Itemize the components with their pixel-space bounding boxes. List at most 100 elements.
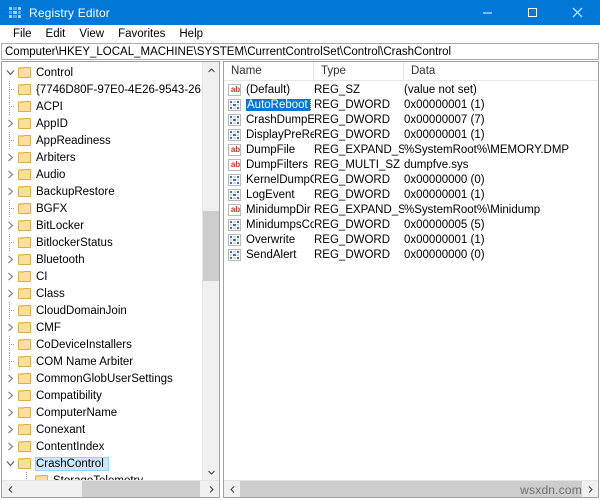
folder-icon xyxy=(18,220,31,231)
value-row[interactable]: DisplayPreRelea...REG_DWORD 0x00000001 (1… xyxy=(224,127,598,142)
folder-icon xyxy=(18,169,31,180)
tree-item[interactable]: AppReadiness xyxy=(2,132,202,149)
tree-item[interactable]: CrashControl xyxy=(2,455,202,472)
chevron-right-icon[interactable] xyxy=(2,115,18,132)
value-row[interactable]: SendAlert REG_DWORD 0x00000000 (0) xyxy=(224,247,598,262)
value-row[interactable]: MinidumpsCountREG_DWORD 0x00000005 (5) xyxy=(224,217,598,232)
tree-item[interactable]: StorageTelemetry xyxy=(2,472,202,480)
value-type: REG_EXPAND_SZ xyxy=(314,203,404,216)
chevron-right-icon[interactable] xyxy=(2,251,18,268)
tree-item[interactable]: BitlockerStatus xyxy=(2,234,202,251)
menu-item-help[interactable]: Help xyxy=(172,27,210,42)
value-row[interactable]: AutoReboot REG_DWORD 0x00000001 (1) xyxy=(224,97,598,112)
values-horizontal-scrollbar[interactable] xyxy=(224,480,598,497)
tree-item[interactable]: ACPI xyxy=(2,98,202,115)
column-header-name[interactable]: Name xyxy=(224,62,314,80)
tree-item[interactable]: CommonGlobUserSettings xyxy=(2,370,202,387)
value-row[interactable]: Overwrite REG_DWORD 0x00000001 (1) xyxy=(224,232,598,247)
tree-item[interactable]: CoDeviceInstallers xyxy=(2,336,202,353)
tree-hscroll-thumb[interactable] xyxy=(82,481,200,497)
tree-item[interactable]: Arbiters xyxy=(2,149,202,166)
tree-scroll-up-button[interactable] xyxy=(203,62,219,78)
value-type: REG_MULTI_SZ xyxy=(314,158,401,171)
tree-item[interactable]: Compatibility xyxy=(2,387,202,404)
main-split: Control {7746D80F-97E0-4E26-9543-26B41FC2… xyxy=(0,60,600,500)
value-row[interactable]: (Default) REG_SZ (value not set) xyxy=(224,82,598,97)
values-hscroll-track[interactable] xyxy=(240,481,582,497)
tree-item[interactable]: ComputerName xyxy=(2,404,202,421)
tree-item[interactable]: CMF xyxy=(2,319,202,336)
value-name: AutoReboot xyxy=(246,98,314,111)
chevron-right-icon[interactable] xyxy=(2,217,18,234)
chevron-right-icon[interactable] xyxy=(2,183,18,200)
value-type: REG_DWORD xyxy=(314,128,391,141)
chevron-right-icon[interactable] xyxy=(2,421,18,438)
tree-item[interactable]: COM Name Arbiter xyxy=(2,353,202,370)
chevron-right-icon[interactable] xyxy=(2,438,18,455)
values-hscroll-thumb[interactable] xyxy=(240,481,582,497)
tree-scroll-track[interactable] xyxy=(203,78,219,464)
value-row[interactable]: MinidumpDirREG_EXPAND_SZ%SystemRoot%\Min… xyxy=(224,202,598,217)
chevron-right-icon[interactable] xyxy=(2,268,18,285)
value-row[interactable]: DumpFilters REG_MULTI_SZdumpfve.sys xyxy=(224,157,598,172)
value-name-text: MinidumpsCount xyxy=(246,218,314,231)
string-value-icon xyxy=(228,203,241,216)
menu-item-edit[interactable]: Edit xyxy=(39,27,73,42)
tree-guide-line xyxy=(2,200,18,217)
tree-vertical-scrollbar[interactable] xyxy=(202,62,219,480)
value-row[interactable]: DumpFile REG_EXPAND_SZ%SystemRoot%\MEMORY… xyxy=(224,142,598,157)
value-data: (value not set) xyxy=(404,83,477,96)
chevron-right-icon[interactable] xyxy=(2,404,18,421)
address-bar[interactable]: Computer\HKEY_LOCAL_MACHINE\SYSTEM\Curre… xyxy=(1,43,599,60)
value-row[interactable]: CrashDumpEna...REG_DWORD 0x00000007 (7) xyxy=(224,112,598,127)
folder-icon xyxy=(18,390,31,401)
tree-item[interactable]: ContentIndex xyxy=(2,438,202,455)
tree-item[interactable]: BGFX xyxy=(2,200,202,217)
tree-scroll-down-button[interactable] xyxy=(203,464,219,480)
tree-item[interactable]: Control xyxy=(2,64,202,81)
tree-item[interactable]: {7746D80F-97E0-4E26-9543-26B41FC22F79} xyxy=(2,81,202,98)
value-name-text: DisplayPreRelea... xyxy=(246,128,314,141)
column-header-type[interactable]: Type xyxy=(314,62,404,80)
tree-item-label: Bluetooth xyxy=(36,253,85,266)
minimize-button[interactable] xyxy=(465,0,510,25)
tree-horizontal-scrollbar[interactable] xyxy=(2,480,219,497)
chevron-right-icon[interactable] xyxy=(2,285,18,302)
registry-path-text[interactable]: Computer\HKEY_LOCAL_MACHINE\SYSTEM\Curre… xyxy=(2,46,451,58)
folder-icon xyxy=(18,237,31,248)
menu-item-file[interactable]: File xyxy=(6,27,39,42)
chevron-right-icon[interactable] xyxy=(2,166,18,183)
tree-item[interactable]: Class xyxy=(2,285,202,302)
value-row[interactable]: LogEvent REG_DWORD 0x00000001 (1) xyxy=(224,187,598,202)
tree-scroll-right-button[interactable] xyxy=(203,481,219,497)
chevron-right-icon[interactable] xyxy=(2,149,18,166)
chevron-right-icon[interactable] xyxy=(2,319,18,336)
menu-item-favorites[interactable]: Favorites xyxy=(111,27,172,42)
chevron-right-icon[interactable] xyxy=(2,387,18,404)
tree-hscroll-track[interactable] xyxy=(18,481,203,497)
tree-item[interactable]: BackupRestore xyxy=(2,183,202,200)
tree-item[interactable]: AppID xyxy=(2,115,202,132)
menu-item-view[interactable]: View xyxy=(72,27,111,42)
maximize-button[interactable] xyxy=(510,0,555,25)
tree-item[interactable]: CI xyxy=(2,268,202,285)
column-header-data[interactable]: Data xyxy=(404,62,598,80)
tree-item[interactable]: Bluetooth xyxy=(2,251,202,268)
tree-scroll-thumb[interactable] xyxy=(203,211,219,281)
tree-item[interactable]: CloudDomainJoin xyxy=(2,302,202,319)
values-scroll-left-button[interactable] xyxy=(224,481,240,497)
tree-scroll-left-button[interactable] xyxy=(2,481,18,497)
window-title: Registry Editor xyxy=(29,5,110,20)
tree-item[interactable]: BitLocker xyxy=(2,217,202,234)
chevron-right-icon[interactable] xyxy=(2,370,18,387)
tree-item[interactable]: Audio xyxy=(2,166,202,183)
tree-item[interactable]: Conexant xyxy=(2,421,202,438)
tree-item-label: CloudDomainJoin xyxy=(36,304,127,317)
chevron-down-icon[interactable] xyxy=(2,64,18,81)
chevron-down-icon[interactable] xyxy=(2,455,18,472)
tree-guide-line xyxy=(2,132,18,149)
close-button[interactable] xyxy=(555,0,600,25)
value-row[interactable]: KernelDumpOnlyREG_DWORD 0x00000000 (0) xyxy=(224,172,598,187)
value-name: CrashDumpEna... xyxy=(246,114,314,126)
values-scroll-right-button[interactable] xyxy=(582,481,598,497)
